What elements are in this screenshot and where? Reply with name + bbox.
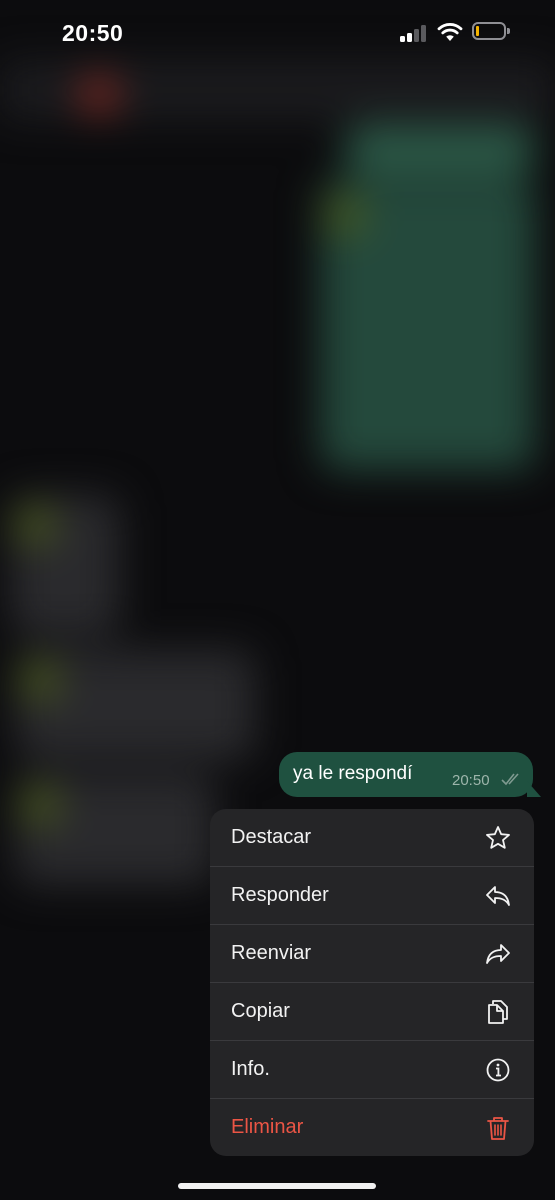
menu-item-label: Reenviar [231,942,312,964]
message-time: 20:50 [452,772,490,789]
copy-icon [488,1000,508,1024]
cellular-signal-icon [400,24,428,42]
reply-icon [486,886,510,906]
wifi-icon [437,23,463,41]
double-check-icon [501,773,519,786]
menu-item-label: Responder [231,884,329,906]
battery-icon [472,22,510,40]
menu-item-destacar[interactable]: Destacar [210,809,534,867]
forward-icon [486,944,510,964]
message-context-menu: Destacar Responder Reenviar Copiar Info. [210,809,534,1156]
menu-item-label: Copiar [231,1000,290,1022]
status-time: 20:50 [62,20,124,46]
menu-item-label: Destacar [231,826,312,848]
message-bubble[interactable]: ya le respondí 20:50 [279,752,541,797]
info-icon [486,1058,510,1082]
menu-item-responder[interactable]: Responder [210,867,534,925]
status-bar: 20:50 [0,0,555,70]
trash-icon [487,1117,509,1140]
menu-item-label: Info. [231,1058,270,1080]
menu-item-reenviar[interactable]: Reenviar [210,925,534,983]
menu-item-info[interactable]: Info. [210,1041,534,1099]
menu-item-eliminar[interactable]: Eliminar [210,1099,534,1156]
battery-level [476,26,479,36]
message-text: ya le respondí [293,763,413,784]
menu-item-label: Eliminar [231,1116,304,1138]
menu-item-copiar[interactable]: Copiar [210,983,534,1041]
star-icon [486,826,510,849]
home-indicator[interactable] [178,1183,376,1189]
